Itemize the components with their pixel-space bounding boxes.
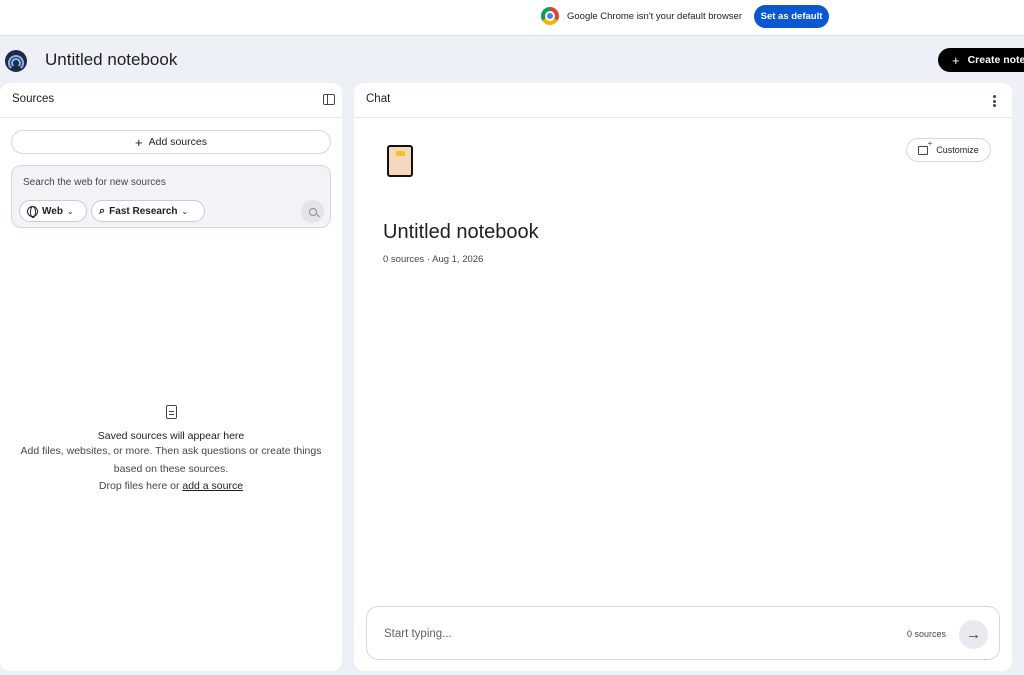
sources-title: Sources xyxy=(12,93,55,105)
create-note-button[interactable]: + Create note xyxy=(938,48,1024,72)
customize-button[interactable]: Customize xyxy=(906,138,991,162)
chat-title: Chat xyxy=(366,93,391,105)
sources-panel-header: Sources xyxy=(0,83,342,118)
notebook-heading: Untitled notebook xyxy=(383,221,539,243)
add-source-link[interactable]: add a source xyxy=(182,480,243,492)
image-edit-icon xyxy=(918,139,932,155)
app-header: Untitled notebook + Create note xyxy=(0,37,1024,82)
arrow-right-icon: → xyxy=(966,626,981,643)
panel-toggle-icon[interactable] xyxy=(323,94,335,105)
empty-state-line: Add files, websites, or more. Then ask q… xyxy=(20,445,322,475)
document-icon xyxy=(165,405,177,419)
chat-input[interactable] xyxy=(384,625,824,643)
add-sources-label: Add sources xyxy=(148,136,207,148)
infobar-message: Google Chrome isn't your default browser xyxy=(567,11,743,22)
sources-empty-state: Saved sources will appear here Add files… xyxy=(0,405,342,496)
web-source-dropdown[interactable]: Web ⌄ xyxy=(19,200,87,222)
chat-panel: Chat Customize Untitled notebook 0 sourc… xyxy=(354,83,1012,671)
more-options-icon[interactable] xyxy=(993,95,996,107)
sources-panel: Sources + Add sources Search the web for… xyxy=(0,83,342,671)
chrome-logo-icon xyxy=(541,7,559,25)
research-mode-dropdown[interactable]: ⌕ Fast Research ⌄ xyxy=(91,200,205,222)
research-chip-label: Fast Research xyxy=(109,205,178,217)
empty-state-title: Saved sources will appear here xyxy=(97,430,245,442)
search-submit-button[interactable] xyxy=(301,200,324,223)
chat-panel-header: Chat xyxy=(354,83,1012,118)
notebook-emoji-icon[interactable] xyxy=(387,145,413,177)
search-icon xyxy=(308,207,317,216)
empty-state-drop-text: Drop files here or xyxy=(98,480,183,492)
search-placeholder[interactable]: Search the web for new sources xyxy=(23,177,166,188)
send-button[interactable]: → xyxy=(959,620,988,649)
chevron-down-icon: ⌄ xyxy=(181,206,189,216)
web-chip-label: Web xyxy=(42,205,63,217)
default-browser-infobar: Google Chrome isn't your default browser… xyxy=(0,0,1024,36)
plus-icon: + xyxy=(952,52,960,68)
create-note-label: Create note xyxy=(967,54,1024,66)
sparkle-search-icon: ⌕ xyxy=(99,204,106,217)
empty-state-description: Add files, websites, or more. Then ask q… xyxy=(0,443,342,496)
app-logo-icon[interactable] xyxy=(5,50,27,72)
web-search-box[interactable]: Search the web for new sources Web ⌄ ⌕ F… xyxy=(11,165,331,228)
set-default-button[interactable]: Set as default xyxy=(754,5,829,28)
globe-icon xyxy=(27,205,38,218)
source-count: 0 sources xyxy=(907,629,947,639)
plus-icon: + xyxy=(135,134,143,150)
customize-label: Customize xyxy=(936,145,979,155)
add-sources-button[interactable]: + Add sources xyxy=(11,130,331,154)
chevron-down-icon: ⌄ xyxy=(66,206,74,216)
chat-composer: 0 sources → xyxy=(366,606,1000,660)
notebook-meta: 0 sources · Aug 1, 2026 xyxy=(383,254,484,265)
notebook-title[interactable]: Untitled notebook xyxy=(45,50,177,70)
